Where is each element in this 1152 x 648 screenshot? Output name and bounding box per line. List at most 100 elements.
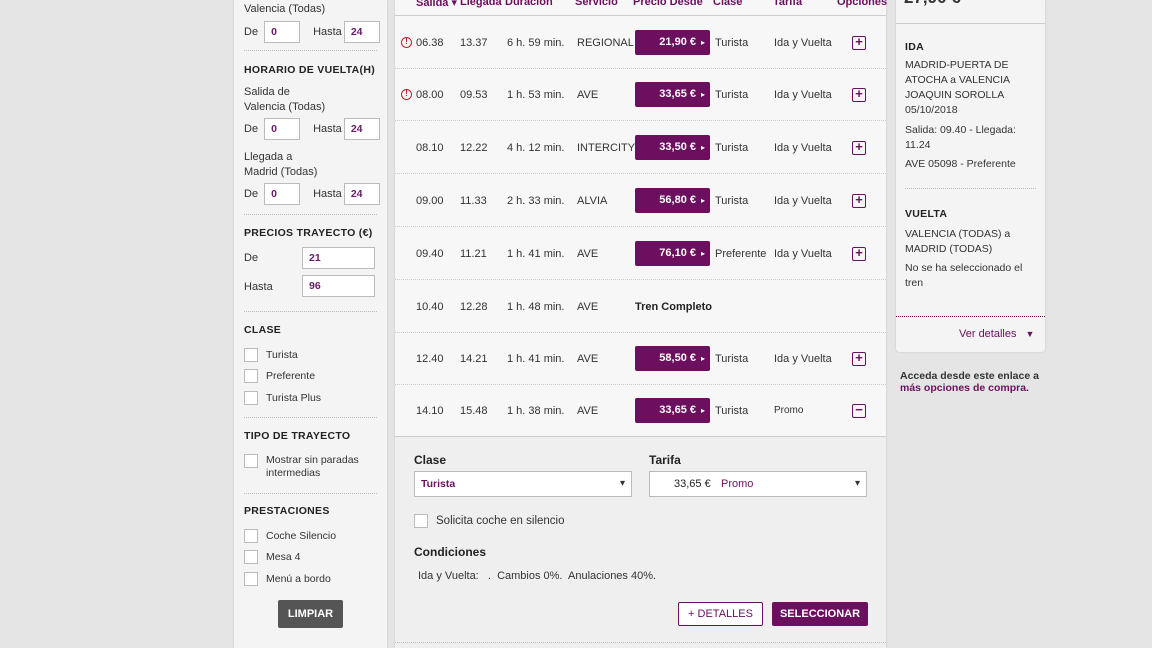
col-duracion[interactable]: Duración	[505, 0, 553, 8]
detail-panel: Clase Turista Tarifa 33,65 € Promo Solic…	[395, 437, 886, 648]
expand-plus-icon[interactable]: +	[852, 351, 866, 366]
expand-plus-icon[interactable]: +	[852, 35, 866, 50]
clase-turista-plus-checkbox[interactable]: Turista Plus	[244, 391, 321, 405]
divider	[896, 23, 1045, 24]
condiciones-title: Condiciones	[414, 545, 487, 559]
checkbox[interactable]	[244, 529, 258, 543]
llegada-to-input[interactable]: 24	[343, 183, 380, 205]
clase-preferente-checkbox[interactable]: Preferente	[244, 369, 315, 383]
de-label: De	[244, 188, 259, 200]
trip-summary: 27,90 € IDA MADRID-PUERTA DE ATOCHA a VA…	[896, 0, 1045, 352]
table-row[interactable]: 10.40 12.28 1 h. 48 min. AVE Tren Comple…	[395, 281, 886, 333]
vuelta-title: HORARIO DE VUELTA(H)	[244, 64, 376, 76]
ida-llegada-label: Valencia (Todas)	[244, 3, 326, 15]
col-clase[interactable]: Clase	[713, 0, 742, 8]
precio-de-input[interactable]: 21	[302, 247, 375, 269]
price-button[interactable]: 33,50 €	[635, 135, 710, 160]
expand-plus-icon[interactable]: +	[852, 87, 866, 102]
hasta-label: Hasta	[313, 26, 342, 38]
precio-hasta-label: Hasta	[244, 281, 273, 293]
clase-turista-checkbox[interactable]: Turista	[244, 348, 298, 362]
checkbox[interactable]	[244, 550, 258, 564]
table-row[interactable]: 08.10 12.22 4 h. 12 min. INTERCITY 33,50…	[395, 122, 886, 174]
ida-from-input[interactable]: 0	[264, 21, 301, 43]
checkbox-label: Solicita coche en silencio	[436, 515, 565, 527]
warning-icon: !	[401, 37, 412, 48]
checkbox[interactable]	[244, 348, 258, 362]
limpiar-button[interactable]: LIMPIAR	[278, 600, 343, 628]
seleccionar-button[interactable]: SELECCIONAR	[772, 602, 868, 626]
detalles-button[interactable]: + DETALLES	[678, 602, 763, 626]
llegada-from-input[interactable]: 0	[264, 183, 301, 205]
tarifa-cell: Ida y Vuelta	[774, 141, 832, 154]
precio-hasta-input[interactable]: 96	[302, 275, 375, 297]
sin-paradas-checkbox[interactable]: Mostrar sin paradas intermedias	[244, 454, 374, 480]
duracion-cell: 1 h. 41 min.	[507, 247, 565, 260]
checkbox[interactable]	[244, 391, 258, 405]
ida-route: MADRID-PUERTA DE ATOCHA a VALENCIA JOAQU…	[905, 59, 1010, 116]
mas-opciones-link[interactable]: más opciones de compra.	[900, 382, 1039, 394]
divider	[244, 50, 377, 51]
checkbox[interactable]	[244, 454, 258, 468]
clase-title: CLASE	[244, 324, 282, 336]
col-salida[interactable]: Salida ▾	[416, 0, 457, 9]
table-header: Salida ▾ Llegada Duración Servicio Preci…	[395, 0, 887, 16]
salida-cell: 14.10	[416, 404, 444, 417]
price-button[interactable]: 33,65 €	[635, 398, 710, 423]
servicio-cell: AVE	[577, 352, 599, 365]
table-row[interactable]: 12.40 14.21 1 h. 41 min. AVE 58,50 € Tur…	[395, 333, 886, 385]
table-row-selected[interactable]: 14.10 15.48 1 h. 38 min. AVE 33,65 € Tur…	[395, 385, 886, 437]
divider	[244, 311, 377, 312]
coche-silencio-checkbox[interactable]: Coche Silencio	[244, 529, 336, 543]
tarifa-select[interactable]: 33,65 € Promo	[649, 471, 867, 497]
condiciones-text: Ida y Vuelta: . Cambios 0%. Anulaciones …	[418, 570, 657, 582]
expand-plus-icon[interactable]: +	[852, 140, 866, 155]
clase-cell: Preferente	[715, 247, 767, 260]
mesa4-checkbox[interactable]: Mesa 4	[244, 550, 300, 564]
expand-plus-icon[interactable]: +	[852, 246, 866, 261]
col-llegada[interactable]: Llegada	[460, 0, 502, 8]
collapse-minus-icon[interactable]: −	[852, 403, 866, 418]
expand-plus-icon[interactable]: +	[852, 193, 866, 208]
checkbox[interactable]	[414, 514, 428, 528]
col-servicio[interactable]: Servicio	[575, 0, 618, 8]
table-row[interactable]: ! 06.38 13.37 6 h. 59 min. REGIONAL 21,9…	[395, 17, 886, 69]
price-button[interactable]: 21,90 €	[635, 30, 710, 55]
ida-to-input[interactable]: 24	[343, 21, 380, 43]
col-tarifa[interactable]: Tarifa	[773, 0, 802, 8]
table-row[interactable]: 09.40 11.21 1 h. 41 min. AVE 76,10 € Pre…	[395, 228, 886, 280]
ida-title: IDA	[905, 41, 924, 53]
col-opciones[interactable]: Opciones	[837, 0, 887, 8]
table-row[interactable]: ! 08.00 09.53 1 h. 53 min. AVE 33,65 € T…	[395, 69, 886, 121]
acceda-text: Acceda desde este enlace a más opciones …	[900, 370, 1039, 394]
duracion-cell: 1 h. 38 min.	[507, 404, 565, 417]
clase-cell: Turista	[715, 141, 749, 154]
salida-cell: 06.38	[416, 36, 444, 49]
salida-cell: 10.40	[416, 300, 444, 313]
price-button[interactable]: 58,50 €	[635, 346, 710, 371]
ver-detalles-link[interactable]: Ver detalles ▼	[959, 328, 1034, 340]
prestaciones-title: PRESTACIONES	[244, 505, 330, 517]
coche-silencio-option[interactable]: Solicita coche en silencio	[414, 514, 565, 528]
salida-cell: 09.00	[416, 194, 444, 207]
tren-completo-label: Tren Completo	[635, 300, 713, 313]
table-row[interactable]: 09.00 11.33 2 h. 33 min. ALVIA 56,80 € T…	[395, 175, 886, 227]
duracion-cell: 1 h. 41 min.	[507, 352, 565, 365]
checkbox[interactable]	[244, 369, 258, 383]
llegada-madrid-label: Llegada a Madrid (Todas)	[244, 151, 318, 178]
price-button[interactable]: 33,65 €	[635, 82, 710, 107]
col-precio[interactable]: Precio Desde	[633, 0, 703, 8]
precios-title: PRECIOS TRAYECTO (€)	[244, 227, 373, 239]
divider	[244, 417, 377, 418]
menu-bordo-checkbox[interactable]: Menú a bordo	[244, 572, 331, 586]
servicio-cell: ALVIA	[577, 194, 608, 207]
price-button[interactable]: 76,10 €	[635, 241, 710, 266]
salida-from-input[interactable]: 0	[264, 118, 301, 140]
checkbox[interactable]	[244, 572, 258, 586]
salida-to-input[interactable]: 24	[343, 118, 380, 140]
clase-select[interactable]: Turista	[414, 471, 632, 497]
duracion-cell: 6 h. 59 min.	[507, 36, 565, 49]
servicio-cell: REGIONAL	[577, 36, 634, 49]
servicio-cell: AVE	[577, 247, 599, 260]
price-button[interactable]: 56,80 €	[635, 188, 710, 213]
